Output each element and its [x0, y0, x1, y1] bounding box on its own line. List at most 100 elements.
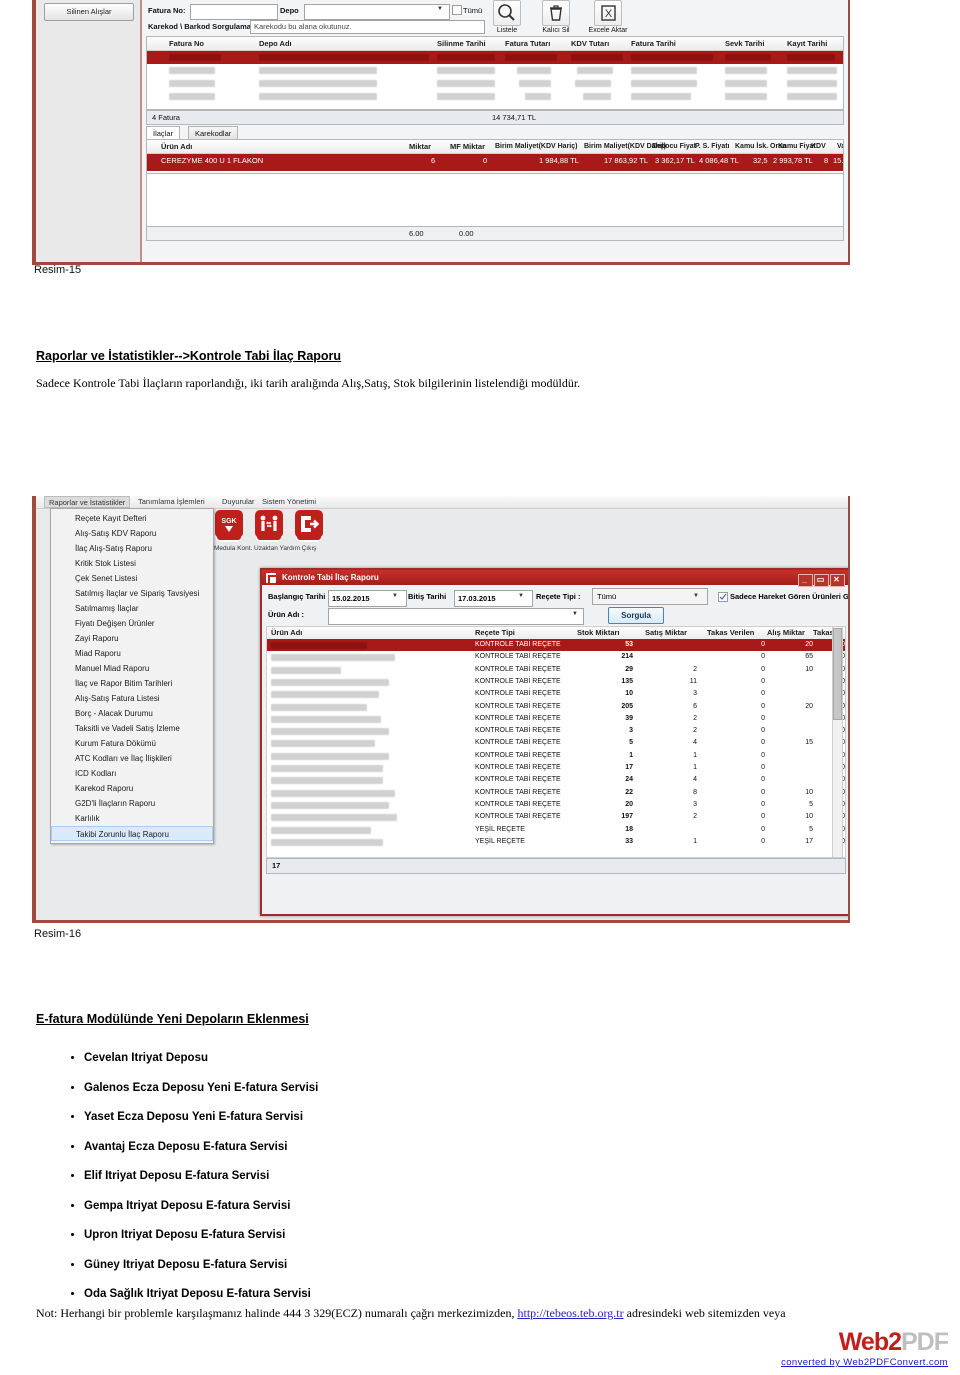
- select-recete-tipi[interactable]: Tümü: [592, 588, 708, 605]
- menu-item-taksitli-vadeli-satis[interactable]: Taksitli ve Vadeli Satış İzleme: [51, 721, 213, 736]
- dcol-depocu-fiyat[interactable]: Depocu Fiyat: [652, 140, 696, 153]
- chevron-down-icon-bitis[interactable]: ▼: [518, 593, 524, 599]
- ribbon-button-uzaktan-yardim[interactable]: Uzaktan Yardım: [254, 510, 300, 552]
- table-row[interactable]: [147, 77, 843, 90]
- minimize-button[interactable]: _: [798, 574, 813, 587]
- col-fatura-tutari[interactable]: Fatura Tutarı: [505, 37, 550, 50]
- col-sevk-tarihi[interactable]: Sevk Tarihi: [725, 37, 764, 50]
- maximize-button[interactable]: ▭: [814, 574, 829, 587]
- ribbon-button-medula-kont[interactable]: SGK Medula Kont.: [214, 510, 252, 552]
- dcol-vade-tarihi[interactable]: Vade Tarihi: [837, 140, 843, 163]
- menu-item-atc-kodlari[interactable]: ATC Kodları ve İlaç İlişkileri: [51, 751, 213, 766]
- menu-item-g2dli-ilaclarin-raporu[interactable]: G2D'li İlaçların Raporu: [51, 796, 213, 811]
- menu-item-satilmamis-ilaclar[interactable]: Satılmamış İlaçlar: [51, 601, 213, 616]
- ribbon-button-cikis[interactable]: Çıkış: [294, 510, 324, 552]
- menu-item-recete-kayit-defteri[interactable]: Reçete Kayıt Defteri: [51, 511, 213, 526]
- menu-raporlar-ve-istatistikler[interactable]: Raporlar ve İstatistikler: [44, 496, 131, 508]
- table-row[interactable]: KONTROLE TABİ REÇETE 39 2 0 0: [267, 713, 845, 725]
- input-urun-adi[interactable]: [328, 608, 584, 625]
- menu-item-takibi-zorunlu-ilac-raporu[interactable]: Takibi Zorunlu İlaç Raporu: [51, 826, 213, 841]
- checkbox-sadece-hareket-goren[interactable]: [718, 592, 728, 602]
- tab-ilaclar[interactable]: İlaçlar: [146, 126, 181, 140]
- chevron-down-icon-urun-adi[interactable]: ▼: [572, 611, 578, 617]
- rcol-stok-miktari[interactable]: Stok Miktarı: [577, 627, 620, 639]
- toolbar-button-listele[interactable]: Listele: [486, 0, 528, 34]
- table-row[interactable]: YEŞİL REÇETE 33 1 0 17 0: [267, 836, 845, 848]
- col-fatura-tarihi[interactable]: Fatura Tarihi: [631, 37, 676, 50]
- table-row[interactable]: YEŞİL REÇETE 18 0 5 0: [267, 824, 845, 836]
- menu-item-fiyati-degisen-urunler[interactable]: Fiyatı Değişen Ürünler: [51, 616, 213, 631]
- menu-item-borc-alacak-durumu[interactable]: Borç - Alacak Durumu: [51, 706, 213, 721]
- input-fatura-no[interactable]: [190, 4, 278, 20]
- input-karekod-sorgulama[interactable]: Karekodu bu alana okutunuz.: [250, 20, 485, 34]
- col-kayit-tarihi[interactable]: Kayıt Tarihi: [787, 37, 827, 50]
- detail-grid[interactable]: Ürün Adı Miktar MF Miktar Birim Maliyet(…: [146, 139, 844, 175]
- table-row[interactable]: KONTROLE TABİ REÇETE 17 1 0 0: [267, 762, 845, 774]
- table-row[interactable]: [147, 90, 843, 103]
- menu-item-manuel-miad-raporu[interactable]: Manuel Miad Raporu: [51, 661, 213, 676]
- rcol-takas-verilen[interactable]: Takas Verilen: [707, 627, 754, 639]
- table-row[interactable]: KONTROLE TABİ REÇETE 1 1 0 0: [267, 750, 845, 762]
- table-row[interactable]: KONTROLE TABİ REÇETE 29 2 0 10 0: [267, 664, 845, 676]
- support-site-link[interactable]: http://tebeos.teb.org.tr: [518, 1306, 624, 1320]
- chevron-down-icon-depo[interactable]: ▼: [437, 6, 443, 12]
- table-row[interactable]: KONTROLE TABİ REÇETE 10 3 0 0: [267, 688, 845, 700]
- rcol-alis-miktar[interactable]: Alış Miktar: [767, 627, 805, 639]
- menu-item-alis-satis-kdv-raporu[interactable]: Alış-Satış KDV Raporu: [51, 526, 213, 541]
- menu-item-alis-satis-fatura-listesi[interactable]: Alış-Satış Fatura Listesi: [51, 691, 213, 706]
- dcol-miktar[interactable]: Miktar: [409, 140, 431, 153]
- menu-item-ilac-alis-satis-raporu[interactable]: İlaç Alış-Satış Raporu: [51, 541, 213, 556]
- table-row[interactable]: KONTROLE TABİ REÇETE 5 4 0 15 0: [267, 737, 845, 749]
- menu-item-cek-senet-listesi[interactable]: Çek Senet Listesi: [51, 571, 213, 586]
- menu-item-karekod-raporu[interactable]: Karekod Raporu: [51, 781, 213, 796]
- menu-sistem-yonetimi[interactable]: Sistem Yönetimi: [258, 496, 320, 508]
- table-row[interactable]: KONTROLE TABİ REÇETE 205 6 0 20 0: [267, 701, 845, 713]
- results-vertical-scrollbar[interactable]: [832, 626, 843, 858]
- table-row[interactable]: KONTROLE TABİ REÇETE 3 2 0 0: [267, 725, 845, 737]
- menu-duyurular[interactable]: Duyurular: [218, 496, 259, 508]
- col-depo-adi[interactable]: Depo Adı: [259, 37, 292, 50]
- scrollbar-thumb[interactable]: [833, 628, 842, 720]
- close-button[interactable]: ✕: [830, 574, 845, 587]
- dcol-mf-miktar[interactable]: MF Miktar: [450, 140, 485, 153]
- col-kdv-tutari[interactable]: KDV Tutarı: [571, 37, 609, 50]
- dcol-urun-adi[interactable]: Ürün Adı: [161, 140, 192, 153]
- col-fatura-no[interactable]: Fatura No: [169, 37, 204, 50]
- invoices-grid[interactable]: Fatura No Depo Adı Silinme Tarihi Fatura…: [146, 36, 844, 110]
- sorgula-button[interactable]: Sorgula: [608, 607, 664, 624]
- menu-tanimlama-islemleri[interactable]: Tanımlama İşlemleri: [134, 496, 209, 508]
- rcol-satis-miktar[interactable]: Satış Miktar: [645, 627, 687, 639]
- table-row[interactable]: KONTROLE TABİ REÇETE 214 0 65 0: [267, 651, 845, 663]
- chevron-down-icon-baslangic[interactable]: ▼: [392, 593, 398, 599]
- table-row[interactable]: KONTROLE TABİ REÇETE 135 11 0 0: [267, 676, 845, 688]
- tab-karekodlar[interactable]: Karekodlar: [188, 126, 239, 140]
- menu-item-icd-kodlari[interactable]: ICD Kodları: [51, 766, 213, 781]
- dcol-birim-maliyet-haric[interactable]: Birim Maliyet(KDV Hariç): [495, 140, 577, 153]
- rcol-urun-adi[interactable]: Ürün Adı: [271, 627, 302, 639]
- table-row[interactable]: [147, 64, 843, 77]
- table-row[interactable]: KONTROLE TABİ REÇETE 20 3 0 5 0: [267, 799, 845, 811]
- menu-item-miad-raporu[interactable]: Miad Raporu: [51, 646, 213, 661]
- sidebar-button-silinen-alislar[interactable]: Silinen Alışlar: [44, 3, 134, 21]
- menu-item-karlilik[interactable]: Karlılık: [51, 811, 213, 826]
- input-depo[interactable]: [304, 4, 450, 20]
- table-row[interactable]: KONTROLE TABİ REÇETE 22 8 0 10 0: [267, 787, 845, 799]
- toolbar-button-kalici-sil[interactable]: Kalıcı Sil: [534, 0, 578, 34]
- toolbar-button-excele-aktar[interactable]: X Excele Aktar: [582, 0, 634, 34]
- menu-item-ilac-ve-rapor-bitim[interactable]: İlaç ve Rapor Bitim Tarihleri: [51, 676, 213, 691]
- detail-row[interactable]: CEREZYME 400 U 1 FLAKON 6 0 1 984,88 TL …: [147, 154, 843, 171]
- menu-item-kurum-fatura-dokumu[interactable]: Kurum Fatura Dökümü: [51, 736, 213, 751]
- table-row[interactable]: [147, 51, 843, 64]
- reports-dropdown-menu[interactable]: Reçete Kayıt Defteri Alış-Satış KDV Rapo…: [50, 508, 214, 844]
- table-row[interactable]: KONTROLE TABİ REÇETE 53 0 20 0: [267, 639, 845, 652]
- rcol-recete-tipi[interactable]: Reçete Tipi: [475, 627, 515, 639]
- report-results-grid[interactable]: Ürün Adı Reçete Tipi Stok Miktarı Satış …: [266, 626, 846, 858]
- dcol-ps-fiyati[interactable]: P. S. Fiyatı: [695, 140, 730, 153]
- checkbox-tumu[interactable]: [452, 5, 462, 15]
- menu-item-zayi-raporu[interactable]: Zayi Raporu: [51, 631, 213, 646]
- table-row[interactable]: KONTROLE TABİ REÇETE 197 2 0 10 0: [267, 811, 845, 823]
- col-silinme-tarihi[interactable]: Silinme Tarihi: [437, 37, 486, 50]
- chevron-down-icon-recete-tipi[interactable]: ▼: [693, 593, 699, 599]
- menu-item-satilmis-ilaclar[interactable]: Satılmış İlaçlar ve Sipariş Tavsiyesi: [51, 586, 213, 601]
- menu-item-kritik-stok-listesi[interactable]: Kritik Stok Listesi: [51, 556, 213, 571]
